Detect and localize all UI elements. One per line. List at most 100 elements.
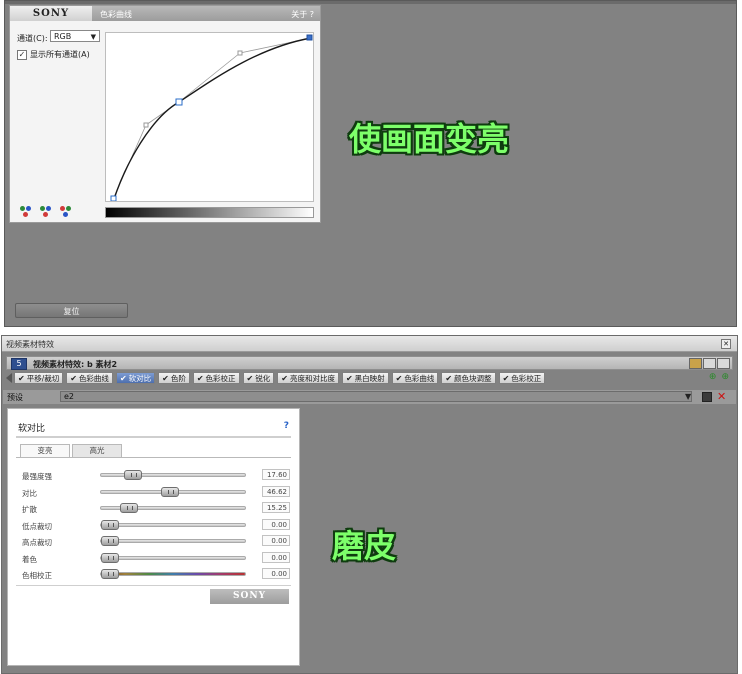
curve-graph[interactable] (105, 32, 314, 202)
curve-point[interactable] (306, 34, 313, 41)
channel-icons (20, 206, 75, 219)
check-icon[interactable]: ✔ (247, 374, 254, 383)
color-curves-preview-panel: SONY 色彩曲线 关于 ? 通道(C): RGB ▼ ✓ 显示所有通道(A) (4, 0, 737, 327)
panel-top-strip (5, 1, 736, 4)
fx-chip[interactable]: ✔ 色彩曲线 (391, 372, 439, 384)
param-slider[interactable] (100, 536, 246, 546)
fx-chip[interactable]: ✔ 亮度和对比度 (277, 372, 339, 384)
track-header: 5 视频素材特效: b 素材2 (6, 356, 733, 370)
chain-view-icon[interactable] (703, 358, 716, 369)
window-title: 视频素材特效 (6, 340, 54, 349)
channel-select-value: RGB (54, 32, 72, 41)
add-plugin-icon[interactable]: ⊕ (709, 372, 717, 382)
fx-chip-active[interactable]: ✔ 软对比 (115, 372, 156, 384)
curve-handle[interactable] (237, 50, 243, 56)
slider-thumb[interactable] (101, 552, 119, 563)
fx-chip[interactable]: ✔ 色彩校正 (498, 372, 546, 384)
luminance-gradient-bar (105, 207, 314, 218)
param-slider[interactable] (100, 569, 246, 579)
plugin-chain-icon[interactable]: ⊕ (721, 372, 729, 382)
param-value-field[interactable]: 0.00 (262, 551, 290, 563)
param-value-field[interactable]: 15.25 (262, 502, 290, 513)
fx-chip-label: 锐化 (255, 373, 271, 383)
param-slider[interactable] (100, 552, 246, 563)
param-label: 着色 (22, 554, 37, 564)
param-value-field[interactable]: 0.00 (262, 518, 290, 530)
help-icon[interactable]: ? (284, 421, 289, 431)
about-link[interactable]: 关于 ? (291, 9, 314, 20)
fx-chip-label: 色阶 (170, 373, 186, 383)
bypass-toggle-icon[interactable] (689, 358, 702, 369)
video-event-fx-window: 视频素材特效 ✕ 5 视频素材特效: b 素材2 ✔ 平移/裁切 ✔ 色彩曲线 ✔ 软… (1, 335, 738, 674)
fx-chip[interactable]: ✔ 平移/裁切 (14, 372, 64, 384)
fx-chip[interactable]: ✔ 色彩校正 (192, 372, 240, 384)
curve-point[interactable] (175, 98, 183, 106)
param-slider[interactable] (100, 519, 246, 530)
delete-preset-icon[interactable]: ✕ (717, 390, 726, 403)
param-label: 扩散 (22, 505, 37, 514)
fx-chip[interactable]: ✔ 黑白映射 (341, 372, 389, 384)
slider-thumb[interactable] (161, 486, 180, 497)
check-icon[interactable]: ✔ (162, 374, 169, 383)
param-label: 高点裁切 (22, 538, 52, 547)
param-row: 色相校正 0.00 (22, 568, 292, 580)
handle-line (178, 52, 241, 103)
slider-thumb[interactable] (101, 569, 119, 579)
grid-view-icon[interactable] (717, 358, 730, 369)
param-label: 对比 (22, 488, 37, 498)
tab-brighten[interactable]: 变亮 (20, 444, 70, 457)
chain-left-arrow-icon[interactable] (6, 373, 12, 383)
check-icon[interactable]: ✔ (18, 374, 25, 383)
curve-point[interactable] (110, 195, 117, 202)
param-slider[interactable] (100, 503, 246, 513)
show-all-checkbox[interactable]: ✓ (17, 49, 27, 60)
param-row: 低点裁切 0.00 (22, 518, 292, 531)
check-icon[interactable]: ✔ (120, 374, 127, 383)
check-icon[interactable]: ✔ (503, 374, 510, 383)
curve-handle[interactable] (143, 122, 149, 128)
panel-tabs: 变亮 高光 (20, 444, 124, 457)
fx-chip[interactable]: ✔ 色阶 (158, 372, 190, 384)
tab-highlight[interactable]: 高光 (72, 444, 122, 457)
reset-button[interactable]: 复位 (15, 303, 128, 318)
slider-thumb[interactable] (101, 519, 119, 530)
param-value-field[interactable]: 17.60 (262, 469, 290, 480)
check-icon[interactable]: ✔ (70, 374, 77, 383)
chain-actions: ⊕ ⊕ (709, 372, 729, 382)
save-preset-icon[interactable] (702, 392, 712, 402)
slider-thumb[interactable] (120, 503, 139, 513)
slider-thumb[interactable] (101, 536, 119, 546)
param-row: 高点裁切 0.00 (22, 535, 292, 547)
show-all-channels-option[interactable]: ✓ 显示所有通道(A) (17, 49, 90, 60)
param-row: 着色 0.00 (22, 551, 292, 564)
param-value-field[interactable]: 46.62 (262, 485, 290, 497)
slider-thumb[interactable] (124, 470, 143, 480)
param-slider[interactable] (100, 470, 246, 480)
check-icon[interactable]: ✔ (346, 374, 353, 383)
fx-chip[interactable]: ✔ 颜色块调整 (441, 372, 496, 384)
close-icon[interactable]: ✕ (721, 339, 731, 349)
preset-select[interactable]: e2 (60, 391, 692, 402)
chevron-down-icon[interactable]: ▼ (685, 392, 691, 401)
check-icon[interactable]: ✔ (281, 374, 288, 383)
color-curves-plugin: SONY 色彩曲线 关于 ? 通道(C): RGB ▼ ✓ 显示所有通道(A) (9, 5, 321, 223)
brighten-annotation: 使画面变亮 (349, 120, 510, 158)
fx-chip-label: 平移/裁切 (26, 373, 60, 383)
check-icon[interactable]: ✔ (445, 374, 452, 383)
param-label: 低点裁切 (22, 521, 52, 531)
plugin-title: 色彩曲线 (100, 10, 132, 19)
red-channel-icon[interactable] (40, 206, 55, 219)
preset-label: 预设 (7, 393, 23, 402)
param-value-field[interactable]: 0.00 (262, 535, 290, 546)
green-channel-icon[interactable] (60, 206, 75, 219)
param-label: 最强度强 (22, 472, 52, 481)
check-icon[interactable]: ✔ (197, 374, 204, 383)
param-slider[interactable] (100, 486, 246, 497)
fx-chip[interactable]: ✔ 锐化 (242, 372, 275, 384)
rgb-channel-icon[interactable] (20, 206, 35, 219)
param-value-field[interactable]: 0.00 (262, 568, 290, 579)
fx-chip[interactable]: ✔ 色彩曲线 (66, 372, 113, 384)
channel-select[interactable]: RGB ▼ (50, 30, 100, 42)
tab-underline (16, 457, 291, 458)
check-icon[interactable]: ✔ (396, 374, 403, 383)
